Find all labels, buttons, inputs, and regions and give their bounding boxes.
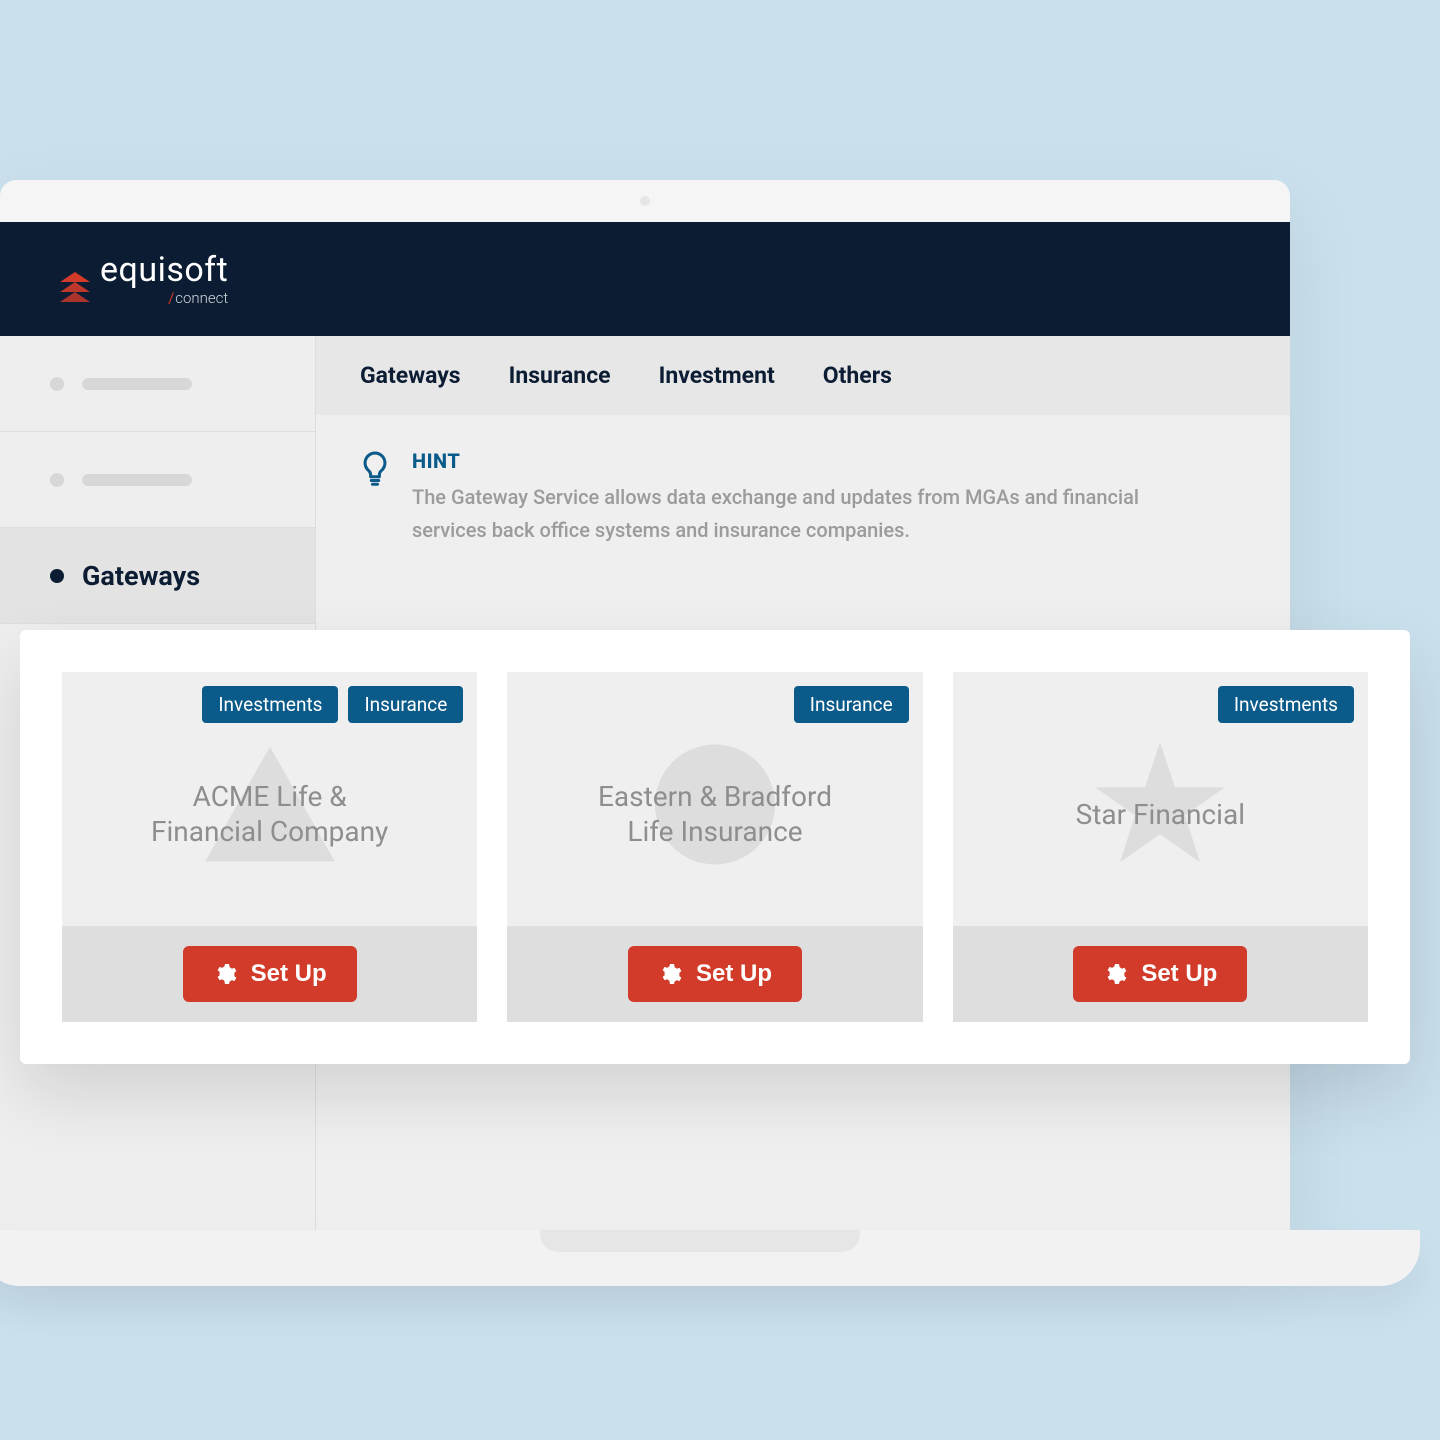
setup-button[interactable]: Set Up <box>1073 946 1247 1002</box>
gateway-cards-panel: Investments Insurance ACME Life &Financi… <box>20 630 1410 1064</box>
sidebar-item-placeholder[interactable] <box>0 336 315 432</box>
gear-icon <box>658 962 682 986</box>
setup-button-label: Set Up <box>1141 960 1217 988</box>
brand-name: equisoft <box>100 253 228 287</box>
laptop-camera-bar <box>0 180 1290 222</box>
brand-logo: equisoft connect <box>60 253 228 306</box>
brand-mark-icon <box>60 272 90 306</box>
setup-button[interactable]: Set Up <box>183 946 357 1002</box>
setup-button-label: Set Up <box>696 960 772 988</box>
laptop-base <box>0 1230 1420 1286</box>
setup-button-label: Set Up <box>251 960 327 988</box>
gear-icon <box>1103 962 1127 986</box>
setup-button[interactable]: Set Up <box>628 946 802 1002</box>
hint-title: HINT <box>412 449 1152 473</box>
camera-dot <box>640 196 650 206</box>
placeholder-bar <box>82 378 192 390</box>
gateway-company-name: ACME Life &Financial Company <box>131 779 408 849</box>
sidebar-item-label: Gateways <box>82 560 200 592</box>
placeholder-bar <box>82 474 192 486</box>
lightbulb-icon <box>360 449 390 547</box>
brand-subtitle: connect <box>168 291 228 306</box>
hint-banner: HINT The Gateway Service allows data exc… <box>316 415 1196 547</box>
sidebar-item-placeholder[interactable] <box>0 432 315 528</box>
gateway-card: Investments Insurance ACME Life &Financi… <box>62 672 477 1022</box>
tab-investment[interactable]: Investment <box>659 362 775 389</box>
gateway-company-name: Eastern & BradfordLife Insurance <box>578 779 852 849</box>
gear-icon <box>213 962 237 986</box>
gateway-card: Insurance Eastern & BradfordLife Insuran… <box>507 672 922 1022</box>
placeholder-dot-icon <box>50 473 64 487</box>
tab-gateways[interactable]: Gateways <box>360 362 461 389</box>
hint-text: The Gateway Service allows data exchange… <box>412 481 1152 547</box>
gateway-card: Investments Star Financial Set Up <box>953 672 1368 1022</box>
tab-bar: Gateways Insurance Investment Others <box>316 336 1290 415</box>
gateway-company-name: Star Financial <box>1056 797 1265 832</box>
laptop-notch <box>540 1230 860 1252</box>
bullet-icon <box>50 569 64 583</box>
sidebar-item-gateways[interactable]: Gateways <box>0 528 315 624</box>
app-header: equisoft connect <box>0 222 1290 336</box>
tab-insurance[interactable]: Insurance <box>509 362 611 389</box>
tab-others[interactable]: Others <box>823 362 892 389</box>
placeholder-dot-icon <box>50 377 64 391</box>
